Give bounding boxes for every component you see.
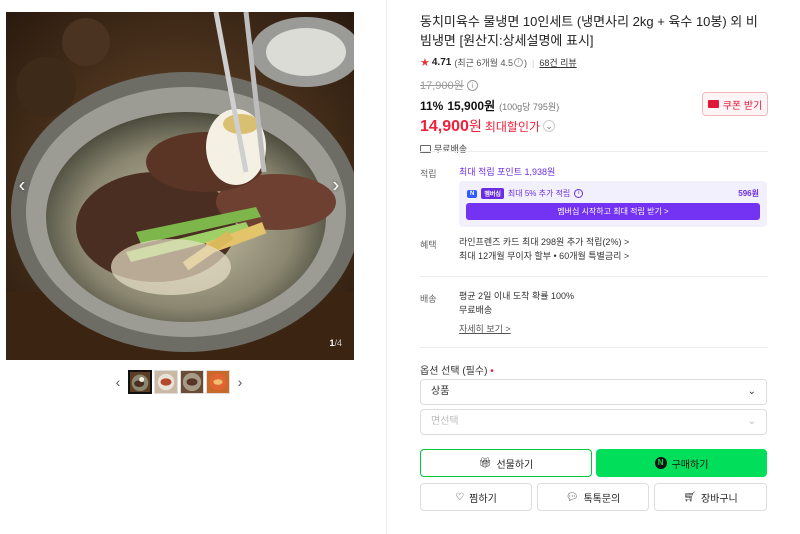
- max-points-link[interactable]: 최대 적립 포인트 1,938원: [459, 167, 555, 177]
- rating-note: (최근 6개월 4.5: [454, 58, 513, 68]
- arrival-probability: 평균 2일 이내 도착 확률 100%: [459, 291, 575, 301]
- buy-button[interactable]: N 구매하기: [596, 449, 767, 477]
- talk-label: 톡톡문의: [583, 493, 621, 505]
- discount-rate: 11%: [420, 99, 444, 113]
- original-price-row: 17,900원 i: [420, 77, 768, 93]
- buy-label: 구매하기: [671, 459, 709, 471]
- chevron-down-icon: ⌄: [747, 386, 756, 397]
- thumbnail-3[interactable]: [180, 370, 204, 394]
- chat-icon: 💬︎: [565, 491, 579, 503]
- required-mark: •: [490, 366, 494, 377]
- divider: [420, 276, 768, 277]
- cart-icon: 🛒︎: [683, 491, 696, 503]
- coupon-label: 쿠폰 받기: [722, 100, 763, 112]
- membership-start-button[interactable]: 멤버십 시작하고 최대 적립 받기 >: [466, 203, 760, 220]
- option-select-product-value: 상품: [431, 386, 450, 397]
- rating-row: ★ 4.71 (최근 6개월 4.5 i ) | 68건 리뷰: [420, 56, 768, 69]
- delivery-details-link[interactable]: 자세히 보기 >: [459, 322, 574, 336]
- option-title-text: 옵션 선택 (필수): [420, 366, 488, 377]
- gift-label: 선물하기: [496, 459, 534, 471]
- product-title: 동치미육수 물냉면 10인세트 (냉면사리 2kg + 육수 10봉) 외 비빔…: [420, 14, 758, 48]
- option-select-product[interactable]: 상품 ⌄: [420, 379, 767, 405]
- chevron-down-icon: ⌄: [747, 416, 756, 427]
- counter-total: /4: [334, 338, 342, 348]
- thumb-next-button[interactable]: ›: [232, 374, 248, 390]
- membership-text: 최대 5% 추가 적립: [507, 189, 571, 198]
- max-discount-label: 최대할인가: [484, 119, 541, 134]
- column-divider: [386, 0, 387, 534]
- rating-value: 4.71: [431, 57, 452, 68]
- rating-note-tail: ): [523, 57, 527, 68]
- points-label: 적립: [420, 169, 437, 179]
- coupon-icon: [707, 100, 719, 108]
- max-price-number: 14,900: [420, 118, 469, 135]
- naengmyeon-photo: [6, 12, 354, 360]
- max-price-won: 원: [468, 118, 482, 134]
- star-icon: ★: [420, 57, 430, 69]
- option-title: 옵션 선택 (필수) •: [420, 362, 494, 377]
- wishlist-button[interactable]: ♡ 찜하기: [420, 483, 532, 511]
- cart-label: 장바구니: [700, 493, 738, 505]
- membership-amount: 596원: [738, 189, 759, 198]
- membership-text-row: N 멤버십 최대 5% 추가 적립 i: [467, 188, 584, 199]
- unit-price: (100g당 795원): [499, 102, 560, 112]
- thumbnail-4[interactable]: [206, 370, 230, 394]
- review-count-link[interactable]: 68건 리뷰: [539, 56, 576, 69]
- thumbnail-strip: ‹ ›: [110, 370, 248, 394]
- gift-button[interactable]: 🎁︎ 선물하기: [420, 449, 592, 477]
- product-main-image[interactable]: ‹ › 1/4: [6, 12, 354, 360]
- separator: |: [531, 57, 535, 68]
- divider: [420, 347, 768, 348]
- naver-pay-icon: N: [654, 457, 667, 469]
- original-price: 17,900원: [420, 80, 464, 92]
- info-icon[interactable]: i: [466, 79, 478, 91]
- thumbnail-2[interactable]: [154, 370, 178, 394]
- gallery-prev-button[interactable]: ‹: [12, 175, 32, 198]
- thumbnail-1[interactable]: [128, 370, 152, 394]
- wish-label: 찜하기: [469, 493, 497, 505]
- membership-badge: 멤버십: [481, 188, 504, 199]
- option-select-noodle-value: 면선택: [431, 416, 459, 427]
- gallery-next-button[interactable]: ›: [326, 175, 346, 198]
- card-benefit-link[interactable]: 라인프렌즈 카드 최대 298원 추가 적립(2%) >: [459, 235, 629, 249]
- benefits-label: 혜택: [420, 240, 437, 250]
- points-body: 최대 적립 포인트 1,938원: [459, 165, 555, 179]
- gallery-counter: 1/4: [329, 338, 342, 348]
- talktalk-button[interactable]: 💬︎ 톡톡문의: [537, 483, 649, 511]
- free-shipping-label: 무료배송: [434, 144, 468, 154]
- max-discount-row[interactable]: 14,900원 최대할인가 ⌄: [420, 116, 768, 136]
- thumb-prev-button[interactable]: ‹: [110, 374, 126, 390]
- delivery-label: 배송: [420, 294, 437, 304]
- max-discount-price: 14,900원: [420, 116, 482, 136]
- cart-button[interactable]: 🛒︎ 장바구니: [654, 483, 767, 511]
- benefits-body: 라인프렌즈 카드 최대 298원 추가 적립(2%) > 최대 12개월 무이자…: [459, 235, 629, 263]
- free-shipping-row: 무료배송: [420, 142, 768, 155]
- installment-link[interactable]: 최대 12개월 무이자 할부 • 60개월 특별금리 >: [459, 249, 629, 263]
- delivery-body: 평균 2일 이내 도착 확률 100% 무료배송 자세히 보기 >: [459, 289, 574, 336]
- product-info: 동치미육수 물냉면 10인세트 (냉면사리 2kg + 육수 10봉) 외 비빔…: [420, 12, 768, 155]
- delivery-fee: 무료배송: [459, 305, 493, 315]
- sale-price: 15,900원: [447, 99, 496, 113]
- membership-box: N 멤버십 최대 5% 추가 적립 i 596원 멤버십 시작하고 최대 적립 …: [459, 181, 767, 227]
- option-select-noodle[interactable]: 면선택 ⌄: [420, 409, 767, 435]
- coupon-button[interactable]: 쿠폰 받기: [702, 92, 768, 116]
- chevron-down-icon[interactable]: ⌄: [543, 120, 556, 132]
- info-icon[interactable]: i: [513, 58, 523, 67]
- divider: [420, 151, 768, 152]
- gift-icon: 🎁︎: [478, 457, 492, 469]
- naver-badge: N: [467, 189, 478, 198]
- heart-icon: ♡: [455, 491, 465, 503]
- info-icon[interactable]: i: [574, 189, 584, 198]
